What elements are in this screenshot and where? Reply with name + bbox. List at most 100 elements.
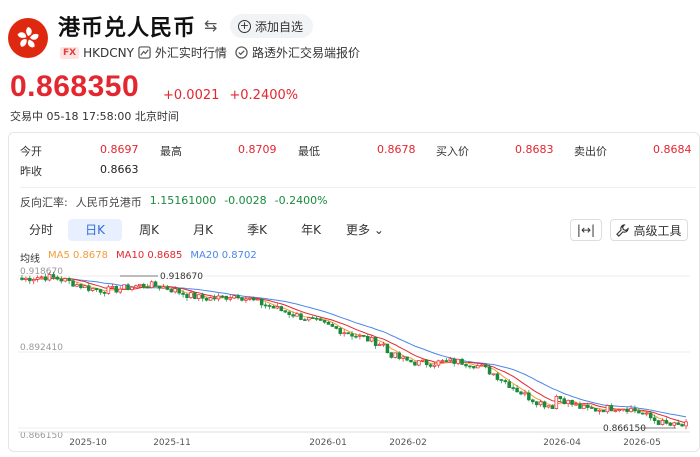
candle-body <box>464 364 468 367</box>
candle-body <box>444 360 449 362</box>
fit-width-icon: |↔| <box>576 223 596 237</box>
candle-body <box>550 405 555 409</box>
candle-body <box>63 278 67 282</box>
ma20-line <box>21 277 687 418</box>
candle-body <box>558 396 563 400</box>
candle-body <box>283 310 287 313</box>
reuters-icon <box>235 46 248 59</box>
reuters-link[interactable]: 路透外汇交易端报价 <box>252 44 360 61</box>
candle-body <box>28 277 32 282</box>
candle-body <box>248 298 252 300</box>
x-tick-label: 2025-11 <box>153 438 191 448</box>
swap-arrows-icon[interactable]: ⇆ <box>204 16 217 35</box>
candle-body <box>35 277 40 280</box>
candle-body <box>318 318 323 321</box>
candle-body <box>130 286 134 290</box>
fx-tag: FX <box>60 46 80 59</box>
low-value: 0.8678 <box>377 143 416 156</box>
candle-body <box>393 352 398 358</box>
candle-body <box>652 417 657 421</box>
tab-more[interactable]: 更多 ⌄ <box>338 219 392 241</box>
candle-body <box>350 333 354 337</box>
tab-weekly-k[interactable]: 周K <box>122 219 176 241</box>
ticker-code: HKDCNY <box>83 45 134 60</box>
tab-monthly-k[interactable]: 月K <box>176 219 230 241</box>
chevron-down-icon: ⌄ <box>370 223 384 237</box>
candle-body <box>102 291 107 294</box>
candle-body <box>405 356 409 361</box>
open-label: 今开 <box>20 145 42 158</box>
candle-body <box>354 335 358 338</box>
x-tick-label: 2025-10 <box>69 438 107 448</box>
candle-body <box>67 278 71 282</box>
candle-body <box>648 412 653 419</box>
candle-body <box>519 391 523 395</box>
divider <box>20 187 696 188</box>
candle-body <box>263 304 268 307</box>
candle-body <box>582 404 586 409</box>
candle-body <box>503 380 508 383</box>
period-tabs: 分时 日K 周K 月K 季K 年K 更多 ⌄ <box>14 219 392 241</box>
candle-body <box>338 328 342 334</box>
candle-body <box>59 278 64 282</box>
tab-yearly-k[interactable]: 年K <box>284 219 338 241</box>
candle-body <box>291 314 295 317</box>
open-value: 0.8697 <box>100 143 139 156</box>
chart-doc-icon <box>138 46 151 59</box>
candle-body <box>633 408 637 412</box>
add-watchlist-button[interactable]: + 添加自选 <box>230 14 314 38</box>
candle-body <box>232 295 236 299</box>
candle-body <box>275 306 280 309</box>
candle-body <box>362 335 366 337</box>
candle-body <box>189 292 193 298</box>
tab-intraday[interactable]: 分时 <box>14 219 68 241</box>
candle-body <box>660 420 665 425</box>
candle-body <box>161 286 166 289</box>
ma5-line <box>21 276 687 425</box>
candle-body <box>181 292 185 295</box>
candle-body <box>424 359 429 366</box>
candle-body <box>71 280 75 287</box>
candle-body <box>55 276 60 280</box>
add-watchlist-label: 添加自选 <box>255 19 304 34</box>
kline-chart[interactable]: 0.9186700.8924100.8661500.9186700.866150… <box>0 262 700 457</box>
candle-body <box>110 286 115 288</box>
candle-body <box>32 278 36 282</box>
candle-body <box>204 297 209 301</box>
candle-body <box>586 404 590 408</box>
candle-body <box>177 288 181 294</box>
tab-quarterly-k[interactable]: 季K <box>230 219 284 241</box>
bid-label: 买入价 <box>436 145 469 158</box>
candle-body <box>499 379 504 381</box>
candle-body <box>664 420 669 424</box>
tab-daily-k[interactable]: 日K <box>68 219 122 241</box>
reverse-change: -0.0028 <box>224 194 267 207</box>
reverse-label: 反向汇率: <box>20 196 68 209</box>
low-label: 最低 <box>298 145 320 158</box>
reverse-pair: 人民币兑港币 <box>75 196 142 209</box>
candle-body <box>566 399 570 405</box>
candle-body <box>94 288 99 290</box>
candle-body <box>122 284 126 290</box>
candle-body <box>676 422 680 425</box>
candle-body <box>397 352 401 359</box>
candle-body <box>511 387 515 389</box>
candle-body <box>346 332 350 335</box>
candle-body <box>468 365 472 368</box>
candle-body <box>216 295 221 300</box>
candle-body <box>75 284 79 287</box>
reverse-rate: 反向汇率: 人民币兑港币 1.15161000 -0.0028 -0.2400% <box>20 194 328 210</box>
x-tick-label: 2026-04 <box>543 438 581 448</box>
candle-body <box>413 361 417 366</box>
advanced-tools-button[interactable]: 高级工具 <box>610 219 688 241</box>
y-tick-label: 0.892410 <box>20 343 63 353</box>
candle-body <box>279 306 284 311</box>
candle-body <box>369 337 374 342</box>
realtime-link[interactable]: 外汇实时行情 <box>155 44 227 61</box>
candle-body <box>224 295 229 300</box>
candle-body <box>385 343 390 354</box>
candle-body <box>629 408 633 412</box>
ask-value: 0.8684 <box>653 143 692 156</box>
fit-width-button[interactable]: |↔| <box>570 219 602 241</box>
candle-body <box>87 285 91 291</box>
